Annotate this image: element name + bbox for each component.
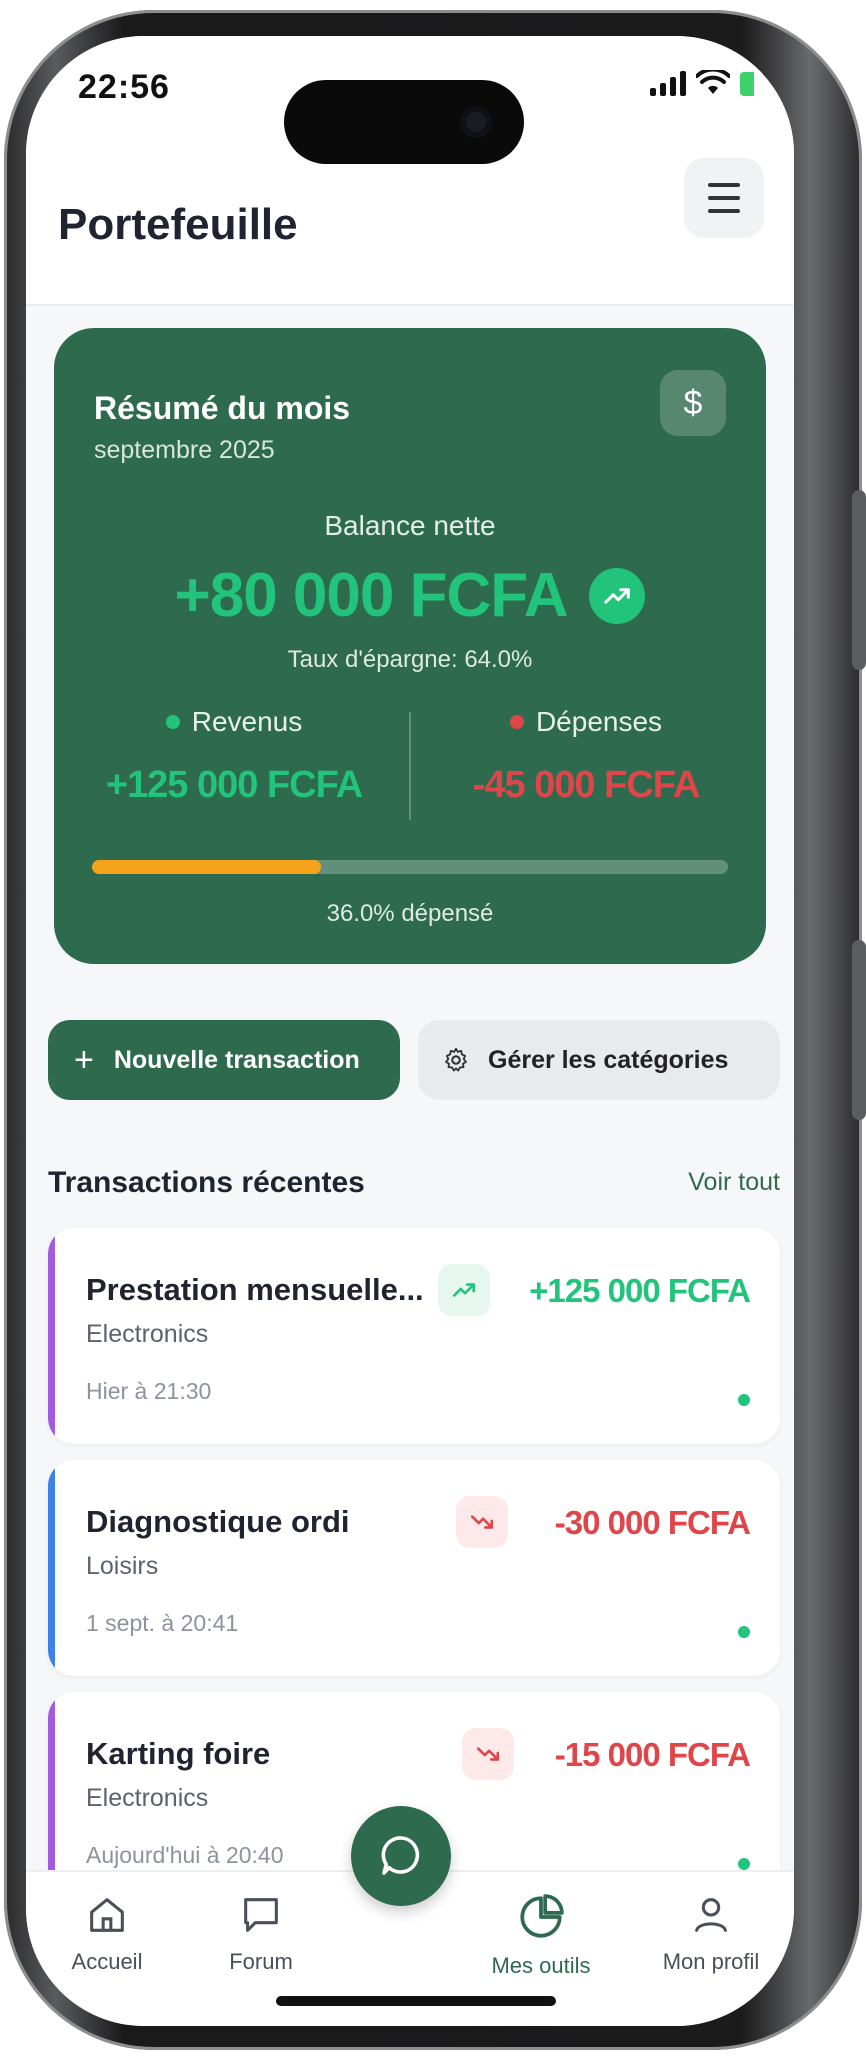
transaction-category: Electronics	[86, 1320, 209, 1348]
dynamic-island	[284, 80, 524, 164]
expense-value: -45 000 FCFA	[472, 764, 701, 806]
battery-icon	[740, 72, 754, 96]
phone-frame: 22:56 Portefeuille Résumé du mois septem…	[4, 10, 866, 2050]
side-button-upper	[852, 490, 866, 670]
plus-icon: +	[74, 1041, 94, 1079]
income-value: +125 000 FCFA	[105, 764, 363, 806]
nav-profile[interactable]: Mon profil	[636, 1892, 786, 1975]
user-icon	[695, 1898, 727, 1932]
chat-fab-button[interactable]	[351, 1806, 451, 1906]
balance-row: +80 000 FCFA	[54, 560, 766, 631]
spending-progress-bar	[92, 860, 728, 874]
spending-progress-fill	[92, 860, 321, 874]
transaction-amount: -15 000 FCFA	[554, 1736, 751, 1773]
transaction-date: Hier à 21:30	[86, 1378, 212, 1404]
transaction-card[interactable]: Diagnostique ordi Loisirs 1 sept. à 20:4…	[48, 1460, 780, 1676]
pie-chart-icon	[520, 1894, 564, 1938]
new-transaction-label: Nouvelle transaction	[113, 1045, 360, 1074]
expense-label-row: Dépenses	[416, 706, 756, 738]
message-circle-icon	[381, 1836, 420, 1875]
trending-down-icon	[462, 1728, 514, 1780]
income-label: Revenus	[191, 706, 303, 737]
recent-transactions-title: Transactions récentes	[48, 1166, 365, 1199]
manage-categories-button[interactable]: Gérer les catégories	[418, 1020, 780, 1100]
status-dot	[738, 1858, 750, 1870]
transaction-amount: +125 000 FCFA	[529, 1272, 751, 1309]
transaction-name: Diagnostique ordi	[86, 1504, 350, 1539]
home-indicator	[276, 1996, 556, 2006]
transaction-category: Electronics	[86, 1784, 209, 1812]
transaction-card[interactable]: Prestation mensuelle... Electronics Hier…	[48, 1228, 780, 1444]
status-time: 22:56	[78, 68, 170, 106]
nav-tools-label: Mes outils	[491, 1953, 591, 1978]
balance-label: Balance nette	[324, 510, 496, 541]
app-screen: 22:56 Portefeuille Résumé du mois septem…	[26, 36, 794, 2026]
column-divider	[409, 712, 411, 820]
transaction-name: Karting foire	[86, 1736, 271, 1771]
transaction-category: Loisirs	[86, 1552, 159, 1580]
summary-title: Résumé du mois	[94, 390, 351, 426]
signal-icon	[650, 70, 686, 96]
new-transaction-button[interactable]: + Nouvelle transaction	[48, 1020, 400, 1100]
transaction-amount: -30 000 FCFA	[554, 1504, 751, 1541]
category-color-bar	[48, 1228, 55, 1444]
status-dot	[738, 1394, 750, 1406]
summary-period: septembre 2025	[94, 436, 275, 464]
trending-up-icon	[589, 567, 646, 624]
manage-categories-label: Gérer les catégories	[488, 1045, 729, 1074]
savings-rate: Taux d'épargne: 64.0%	[287, 646, 533, 673]
nav-forum[interactable]: Forum	[186, 1892, 336, 1975]
page-title: Portefeuille	[58, 200, 298, 249]
income-dot-icon	[165, 715, 180, 729]
camera-icon	[460, 106, 492, 138]
expense-dot-icon	[509, 715, 524, 729]
menu-icon-line	[708, 196, 740, 200]
balance-value: +80 000 FCFA	[174, 561, 569, 630]
status-icons	[650, 70, 754, 96]
gear-icon	[445, 1047, 467, 1072]
menu-icon-line	[708, 209, 740, 213]
dollar-icon: $	[660, 370, 726, 436]
chat-icon	[244, 1898, 278, 1932]
transaction-name: Prestation mensuelle...	[86, 1272, 424, 1307]
income-expense-split: Revenus +125 000 FCFA Dépenses -45 000 F…	[54, 706, 766, 826]
category-color-bar	[48, 1460, 55, 1676]
income-label-row: Revenus	[64, 706, 404, 738]
see-all-link[interactable]: Voir tout	[688, 1168, 780, 1197]
home-icon	[90, 1898, 124, 1932]
income-column: Revenus +125 000 FCFA	[64, 706, 404, 807]
monthly-summary-card: Résumé du mois septembre 2025 $ Balance …	[54, 328, 766, 964]
status-dot	[738, 1626, 750, 1638]
nav-home-label: Accueil	[71, 1949, 143, 1974]
expense-label: Dépenses	[535, 706, 663, 737]
transaction-date: Aujourd'hui à 20:40	[86, 1842, 284, 1868]
nav-home[interactable]: Accueil	[32, 1892, 182, 1975]
wifi-icon	[696, 70, 730, 94]
side-button-lower	[852, 940, 866, 1120]
trending-down-icon	[456, 1496, 508, 1548]
app-header: 22:56 Portefeuille	[26, 36, 794, 306]
menu-icon-line	[708, 183, 740, 187]
spending-progress-text: 36.0% dépensé	[326, 900, 494, 927]
menu-button[interactable]	[684, 158, 764, 238]
nav-forum-label: Forum	[229, 1949, 293, 1974]
transaction-date: 1 sept. à 20:41	[86, 1610, 239, 1636]
trending-up-icon	[438, 1264, 490, 1316]
nav-profile-label: Mon profil	[662, 1949, 760, 1974]
expense-column: Dépenses -45 000 FCFA	[416, 706, 756, 807]
nav-tools[interactable]: Mes outils	[466, 1892, 616, 1979]
